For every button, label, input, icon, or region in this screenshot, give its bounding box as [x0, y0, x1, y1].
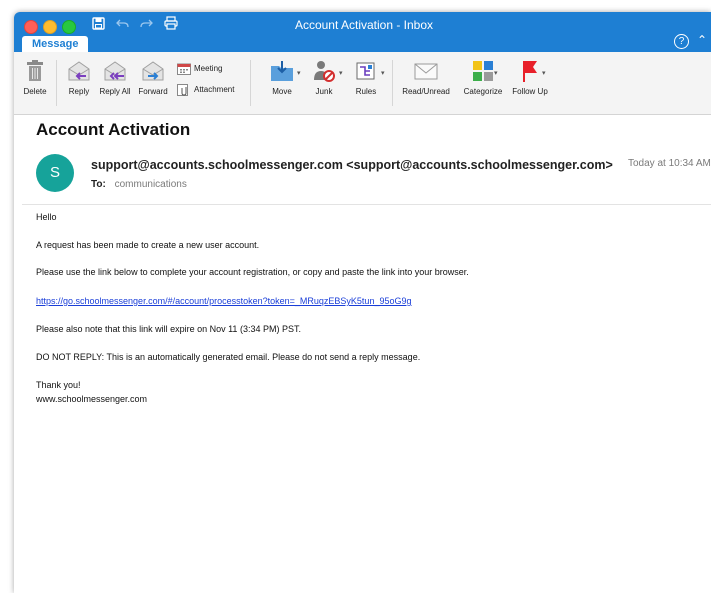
categorize-label: Categorize [463, 87, 503, 96]
forward-icon [142, 61, 164, 81]
flag-icon [523, 61, 537, 82]
ribbon-divider [56, 60, 57, 106]
move-dropdown-icon[interactable]: ▾ [297, 69, 301, 77]
follow-up-label: Follow Up [512, 87, 548, 96]
meeting-label: Meeting [194, 64, 223, 73]
junk-dropdown-icon[interactable]: ▾ [339, 69, 343, 77]
read-unread-button[interactable]: Read/Unread [398, 58, 454, 96]
delete-button[interactable]: Delete [18, 58, 52, 96]
body-line: DO NOT REPLY: This is an automatically g… [36, 352, 421, 362]
email-subject: Account Activation [36, 120, 191, 139]
delete-label: Delete [23, 87, 47, 96]
minimize-window-button[interactable] [43, 20, 57, 34]
reply-button[interactable]: Reply [62, 58, 96, 96]
tab-message[interactable]: Message [22, 36, 89, 52]
mail-window: Account Activation - Inbox Message ? ⌃ D… [14, 12, 711, 593]
header-divider [22, 204, 711, 205]
categorize-dropdown-icon[interactable]: ▾ [494, 69, 498, 77]
move-label: Move [272, 87, 292, 96]
print-icon[interactable] [164, 16, 178, 30]
junk-label: Junk [315, 87, 333, 96]
to-row: To: communications [91, 179, 187, 190]
reply-all-icon [104, 61, 126, 81]
help-icon[interactable]: ? [674, 34, 689, 49]
rules-dropdown-icon[interactable]: ▾ [381, 69, 385, 77]
to-label: To: [91, 179, 106, 190]
junk-icon [314, 61, 335, 82]
window-title: Account Activation - Inbox [294, 18, 434, 32]
follow-up-dropdown-icon[interactable]: ▾ [542, 69, 546, 77]
trash-icon [27, 60, 43, 81]
activation-link[interactable]: https://go.schoolmessenger.com/#/account… [36, 296, 411, 306]
move-button[interactable]: Move [264, 58, 300, 96]
forward-button[interactable]: Forward [134, 58, 172, 96]
body-line: Please also note that this link will exp… [36, 324, 301, 334]
folder-move-icon [271, 61, 293, 81]
body-line: Please use the link below to complete yo… [36, 267, 469, 277]
save-icon[interactable] [92, 17, 105, 30]
ribbon-divider [250, 60, 251, 106]
undo-icon[interactable] [116, 18, 129, 29]
redo-icon[interactable] [140, 18, 153, 29]
recipient[interactable]: communications [115, 179, 187, 190]
rules-icon [356, 62, 375, 80]
ribbon-divider [392, 60, 393, 106]
reply-icon [68, 61, 90, 81]
ribbon-toolbar: Delete Reply Reply All Forward Meeting A… [14, 52, 711, 115]
collapse-ribbon-icon[interactable]: ⌃ [697, 33, 707, 47]
forward-label: Forward [138, 87, 168, 96]
attachment-label: Attachment [194, 85, 235, 94]
calendar-icon [177, 63, 191, 75]
body-line: A request has been made to create a new … [36, 240, 260, 250]
meeting-button[interactable]: Meeting [177, 61, 222, 77]
close-window-button[interactable] [24, 20, 38, 34]
envelope-icon [414, 63, 438, 80]
rules-label: Rules [355, 87, 377, 96]
sender-address[interactable]: support@accounts.schoolmessenger.com <su… [91, 158, 613, 172]
rules-button[interactable]: Rules [348, 58, 384, 96]
body-greeting: Hello [36, 212, 57, 222]
reply-all-button[interactable]: Reply All [98, 58, 132, 96]
avatar: S [36, 154, 74, 192]
body-website: www.schoolmessenger.com [36, 394, 148, 404]
junk-button[interactable]: Junk [306, 58, 342, 96]
categorize-button[interactable]: Categorize [458, 58, 508, 96]
read-unread-label: Read/Unread [402, 87, 450, 96]
category-squares-icon [473, 61, 493, 81]
follow-up-button[interactable]: Follow Up [512, 58, 548, 96]
body-signoff: Thank you! [36, 380, 81, 390]
timestamp: Today at 10:34 AM [628, 158, 711, 169]
reply-label: Reply [68, 87, 90, 96]
title-bar: Account Activation - Inbox Message ? ⌃ [14, 12, 711, 52]
reply-all-label: Reply All [99, 87, 131, 96]
maximize-window-button[interactable] [62, 20, 76, 34]
paperclip-icon [177, 83, 188, 96]
attachment-button[interactable]: Attachment [177, 82, 234, 98]
